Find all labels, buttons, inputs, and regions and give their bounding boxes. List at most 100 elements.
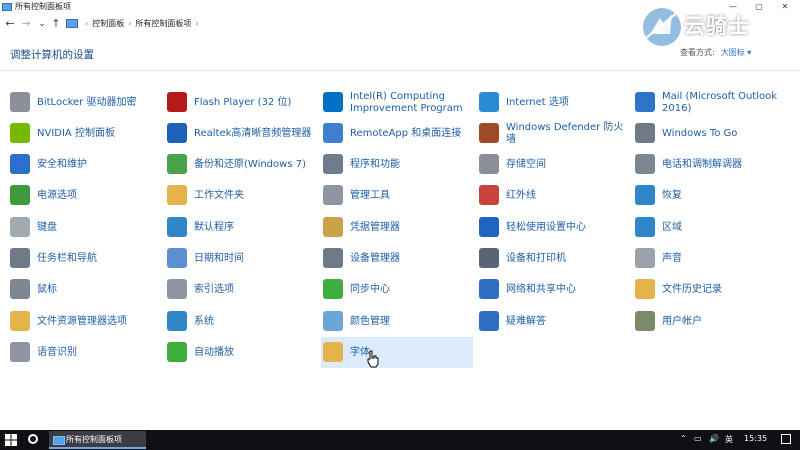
window-folder-icon [2, 3, 12, 11]
cortana-search-icon[interactable] [28, 434, 38, 444]
flash-icon [167, 92, 187, 112]
network-icon[interactable]: ▭ [694, 434, 702, 443]
control-panel-item[interactable]: 区域 [633, 212, 785, 243]
control-panel-item[interactable]: 默认程序 [165, 212, 317, 243]
up-button[interactable]: ↑ [50, 17, 62, 31]
breadcrumb-control-panel[interactable]: 控制面板 [92, 19, 124, 28]
control-panel-item[interactable]: NVIDIA 控制面板 [8, 118, 160, 149]
globe-icon [479, 92, 499, 112]
system-icon [167, 311, 187, 331]
control-panel-item-label: Flash Player (32 位) [194, 96, 292, 108]
control-panel-item-label: 索引选项 [194, 283, 234, 295]
breadcrumb-separator: › [85, 19, 89, 28]
control-panel-item-label: 程序和功能 [350, 158, 400, 170]
control-panel-item-label: 电话和调制解调器 [662, 158, 742, 170]
control-panel-item[interactable]: 文件历史记录 [633, 274, 785, 305]
control-panel-item-label: 系统 [194, 315, 214, 327]
control-panel-item[interactable]: Intel(R) Computing Improvement Program [321, 87, 473, 118]
breadcrumb-separator: › [195, 19, 199, 28]
control-panel-item[interactable]: Internet 选项 [477, 87, 629, 118]
control-panel-item[interactable]: 鼠标 [8, 274, 160, 305]
control-panel-item-label: 任务栏和导航 [37, 252, 97, 264]
control-panel-item[interactable]: 程序和功能 [321, 149, 473, 180]
breadcrumb-separator: › [128, 19, 132, 28]
control-panel-item[interactable]: 任务栏和导航 [8, 243, 160, 274]
hand-cursor-icon [367, 350, 379, 368]
control-panel-item[interactable]: BitLocker 驱动器加密 [8, 87, 160, 118]
control-panel-item[interactable]: RemoteApp 和桌面连接 [321, 118, 473, 149]
control-panel-item[interactable]: Flash Player (32 位) [165, 87, 317, 118]
taskbar-app-label: 所有控制面板项 [66, 435, 122, 444]
control-panel-item[interactable]: Windows To Go [633, 118, 785, 149]
control-panel-item-label: BitLocker 驱动器加密 [37, 96, 137, 108]
volume-icon[interactable]: 🔊 [709, 434, 719, 443]
keyboard-icon [10, 217, 30, 237]
index-icon [167, 279, 187, 299]
infrared-icon [479, 185, 499, 205]
control-panel-item-label: Internet 选项 [506, 96, 569, 108]
control-panel-item[interactable]: 颜色管理 [321, 306, 473, 337]
control-panel-item[interactable]: 声音 [633, 243, 785, 274]
control-panel-item[interactable]: 电话和调制解调器 [633, 149, 785, 180]
header-divider [0, 70, 800, 71]
control-panel-item[interactable]: 字体 [321, 337, 473, 368]
control-panel-item[interactable]: Realtek高清晰音频管理器 [165, 118, 317, 149]
control-panel-item[interactable]: 文件资源管理器选项 [8, 306, 160, 337]
network-icon [479, 279, 499, 299]
control-panel-item[interactable]: 疑难解答 [477, 306, 629, 337]
control-panel-item[interactable]: 凭据管理器 [321, 212, 473, 243]
control-panel-item[interactable]: 轻松使用设置中心 [477, 212, 629, 243]
control-panel-item[interactable]: 存储空间 [477, 149, 629, 180]
windows-start-icon[interactable] [5, 434, 17, 446]
recovery-icon [635, 185, 655, 205]
control-panel-item[interactable]: 安全和维护 [8, 149, 160, 180]
control-panel-item[interactable]: 管理工具 [321, 180, 473, 211]
control-panel-item[interactable]: 备份和还原(Windows 7) [165, 149, 317, 180]
control-panel-item-label: 疑难解答 [506, 315, 546, 327]
control-panel-item[interactable]: 同步中心 [321, 274, 473, 305]
notification-center-icon[interactable] [781, 434, 791, 444]
control-panel-item[interactable]: 设备管理器 [321, 243, 473, 274]
view-by: 查看方式: 大图标 ▾ [680, 47, 751, 58]
control-panel-item-label: Mail (Microsoft Outlook 2016) [662, 90, 778, 114]
control-panel-item[interactable]: Windows Defender 防火墙 [477, 118, 629, 149]
control-panel-item-label: 电源选项 [37, 189, 77, 201]
control-panel-item[interactable]: 语音识别 [8, 337, 160, 368]
credential-icon [323, 217, 343, 237]
phone-icon [635, 154, 655, 174]
input-method-indicator[interactable]: 英 [725, 434, 733, 445]
control-panel-item[interactable]: 系统 [165, 306, 317, 337]
control-panel-item[interactable]: 设备和打印机 [477, 243, 629, 274]
taskbar-control-panel-button[interactable]: 所有控制面板项 [49, 431, 146, 449]
control-panel-item[interactable]: 电源选项 [8, 180, 160, 211]
mail-icon [635, 92, 655, 112]
view-by-dropdown[interactable]: 大图标 ▾ [721, 48, 752, 57]
control-panel-item[interactable]: 网络和共享中心 [477, 274, 629, 305]
back-button[interactable]: ← [4, 17, 16, 31]
breadcrumb-all-items[interactable]: 所有控制面板项 [135, 19, 191, 28]
forward-button[interactable]: → [20, 17, 32, 31]
control-panel-item[interactable]: 用户帐户 [633, 306, 785, 337]
control-panel-item[interactable]: 日期和时间 [165, 243, 317, 274]
sound-icon [635, 248, 655, 268]
control-panel-item[interactable]: 恢复 [633, 180, 785, 211]
tray-overflow-icon[interactable]: ⌃ [680, 434, 687, 443]
control-panel-item[interactable]: 红外线 [477, 180, 629, 211]
breadcrumb-folder-icon [66, 19, 78, 28]
clock[interactable]: 15:35 [744, 434, 767, 443]
control-panel-item[interactable]: 键盘 [8, 212, 160, 243]
control-panel-item[interactable]: 工作文件夹 [165, 180, 317, 211]
control-panel-item[interactable]: Mail (Microsoft Outlook 2016) [633, 87, 785, 118]
control-panel-item-label: 日期和时间 [194, 252, 244, 264]
control-panel-item-label: 鼠标 [37, 283, 57, 295]
control-panel-item[interactable]: 索引选项 [165, 274, 317, 305]
control-panel-item-label: 用户帐户 [662, 315, 702, 327]
control-panel-item-label: 同步中心 [350, 283, 390, 295]
control-panel-item-label: RemoteApp 和桌面连接 [350, 127, 462, 139]
usb-icon [635, 123, 655, 143]
sync-icon [323, 279, 343, 299]
recent-dropdown-button[interactable]: ⌄ [36, 17, 48, 31]
users-icon [635, 311, 655, 331]
backup-icon [167, 154, 187, 174]
control-panel-item[interactable]: 自动播放 [165, 337, 317, 368]
